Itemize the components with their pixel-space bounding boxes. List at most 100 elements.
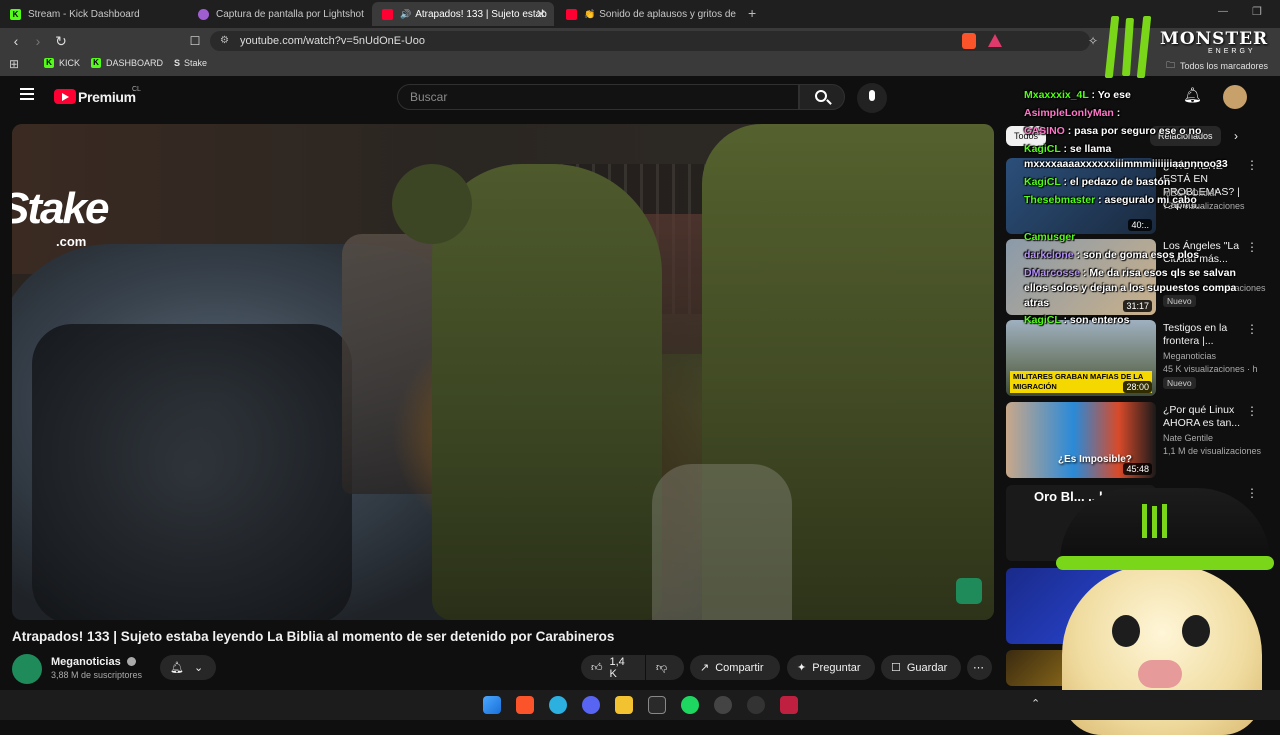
more-icon: ⋯ bbox=[973, 662, 984, 674]
file-explorer-icon[interactable] bbox=[615, 696, 633, 714]
rec-badge-new: Nuevo bbox=[1163, 377, 1196, 389]
tab-aplausos[interactable]: 👏 Sonido de aplausos y gritos del p bbox=[556, 2, 736, 26]
channel-name[interactable]: Meganoticias bbox=[51, 656, 121, 668]
chat-user: KagiCL bbox=[1024, 176, 1061, 188]
cat-eye-left bbox=[1112, 615, 1140, 647]
app-icon[interactable] bbox=[747, 696, 765, 714]
search-input[interactable]: Buscar bbox=[397, 84, 799, 110]
rec-channel-3[interactable]: Meganoticias bbox=[1163, 351, 1216, 361]
rec-menu-icon[interactable]: ⋮ bbox=[1246, 404, 1258, 418]
like-button[interactable]: 👍︎ 1,4 K bbox=[581, 655, 645, 680]
rec-menu-icon[interactable]: ⋮ bbox=[1246, 240, 1258, 254]
claw-mark bbox=[1136, 16, 1152, 78]
bookmark-dashboard[interactable]: K DASHBOARD bbox=[91, 58, 163, 68]
discord-icon[interactable] bbox=[582, 696, 600, 714]
chat-message: AsimpleLonlyMan : bbox=[1024, 107, 1120, 119]
cap-brim bbox=[1056, 556, 1274, 570]
tab-lightshot[interactable]: Captura de pantalla por Lightshot bbox=[188, 2, 370, 26]
channel-avatar[interactable] bbox=[12, 654, 42, 684]
apps-grid-icon[interactable]: ⊞ bbox=[9, 57, 19, 71]
chat-text: ellos solos y dejan a los supuestos comp… bbox=[1024, 282, 1237, 294]
bookmark-kick[interactable]: K KICK bbox=[44, 58, 80, 68]
monster-cap bbox=[1056, 488, 1274, 570]
chip-next-icon[interactable]: › bbox=[1234, 129, 1238, 143]
brave-browser-icon[interactable] bbox=[516, 696, 534, 714]
claw-mark bbox=[1162, 504, 1167, 538]
kick-icon: K bbox=[91, 58, 101, 68]
chat-message: KagiCL : el pedazo de bastón bbox=[1024, 176, 1170, 188]
site-info-icon[interactable]: ⚙ bbox=[220, 31, 229, 51]
notifications-bell-icon[interactable]: 🔔︎ bbox=[1183, 86, 1202, 104]
video-player[interactable]: Stake .com bbox=[12, 124, 994, 620]
all-bookmarks-folder[interactable]: 🗀 Todos los marcadores bbox=[1166, 58, 1268, 74]
obs-icon[interactable] bbox=[714, 696, 732, 714]
dislike-button[interactable]: 👎︎ bbox=[646, 655, 684, 680]
chat-message: darkclone : son de goma esos plos bbox=[1024, 249, 1199, 261]
url-field[interactable]: ⚙ youtube.com/watch?v=5nUdOnE-Uoo bbox=[210, 31, 1090, 51]
menu-icon[interactable] bbox=[20, 88, 34, 100]
rec-duration: 28:00 bbox=[1123, 381, 1152, 393]
tab-video-active[interactable]: 🔊 Atrapados! 133 | Sujeto estab ✕ bbox=[372, 2, 554, 26]
tab-kick-dashboard[interactable]: K Stream - Kick Dashboard bbox=[0, 2, 185, 26]
stake-icon: S bbox=[174, 58, 181, 68]
rec-thumbnail-4[interactable]: ¿Es Imposible? 45:48 bbox=[1006, 402, 1156, 478]
rec-menu-icon[interactable]: ⋮ bbox=[1246, 158, 1258, 172]
region-code: CL bbox=[132, 86, 141, 93]
brave-rewards-icon[interactable] bbox=[988, 34, 1002, 47]
claw-mark bbox=[1104, 16, 1120, 78]
stake-overlay-logo: Stake bbox=[12, 184, 109, 233]
rec-thumbnail-3[interactable]: MILITARES GRABAN MAFIAS DE LA MIGRACIÓN … bbox=[1006, 320, 1156, 396]
forward-icon[interactable]: › bbox=[29, 32, 47, 50]
more-actions-button[interactable]: ⋯ bbox=[967, 655, 992, 680]
rec-menu-icon[interactable]: ⋮ bbox=[1246, 486, 1258, 500]
chat-text: : el pedazo de bastón bbox=[1063, 176, 1171, 188]
bookmark-icon[interactable]: ☐ bbox=[186, 32, 204, 50]
search-button[interactable] bbox=[799, 84, 845, 110]
extensions-icon[interactable]: ✧ bbox=[1088, 34, 1098, 48]
new-tab-button[interactable]: + bbox=[748, 5, 756, 21]
maximize-icon[interactable]: ❐ bbox=[1252, 5, 1262, 18]
youtube-premium-logo[interactable]: Premium bbox=[78, 89, 136, 105]
reload-icon[interactable]: ↻ bbox=[52, 32, 70, 50]
chat-user: CASINO bbox=[1024, 125, 1065, 137]
browser-tab-bar: K Stream - Kick Dashboard Captura de pan… bbox=[0, 0, 1280, 28]
brave-shield-icon[interactable] bbox=[962, 33, 976, 49]
valorant-icon[interactable] bbox=[780, 696, 798, 714]
rec-duration: 31:17 bbox=[1123, 300, 1152, 312]
account-avatar[interactable] bbox=[1223, 85, 1247, 109]
ask-button[interactable]: ✦ Preguntar bbox=[787, 655, 875, 680]
like-count: 1,4 K bbox=[609, 655, 625, 680]
chat-user: AsimpleLonlyMan bbox=[1024, 107, 1114, 119]
chat-text: mxxxxaaaaxxxxxxiiimmmiiiiiiiaannnoo33 bbox=[1024, 158, 1228, 170]
tab-label: Atrapados! 133 | Sujeto estab bbox=[415, 8, 547, 20]
back-icon[interactable]: ‹ bbox=[7, 32, 25, 50]
share-button[interactable]: ↗ Compartir bbox=[690, 655, 780, 680]
video-car-damage bbox=[32, 324, 352, 620]
voice-search-button[interactable] bbox=[857, 83, 887, 113]
verified-icon bbox=[127, 657, 136, 666]
rec-views-4: 1,1 M de visualizaciones bbox=[1163, 446, 1262, 456]
subscribe-bell-button[interactable]: 🔔︎ ⌄ bbox=[160, 655, 216, 680]
save-button[interactable]: ☐ Guardar bbox=[881, 655, 961, 680]
chat-message: KagiCL : se llama bbox=[1024, 143, 1111, 155]
youtube-logo-icon[interactable] bbox=[54, 89, 76, 104]
tray-chevron-icon[interactable]: ⌃ bbox=[1031, 697, 1040, 710]
url-text: youtube.com/watch?v=5nUdOnE-Uoo bbox=[240, 35, 425, 47]
bookmarks-bar: ⊞ K KICK K DASHBOARD S Stake 🗀 Todos los mar… bbox=[0, 54, 1280, 76]
save-icon: ☐ bbox=[891, 662, 901, 674]
windows-start-icon[interactable] bbox=[483, 696, 501, 714]
kick-icon: K bbox=[10, 8, 21, 20]
bookmark-stake[interactable]: S Stake bbox=[174, 58, 207, 68]
rec-channel-4[interactable]: Nate Gentile bbox=[1163, 433, 1213, 443]
media-app-icon[interactable] bbox=[648, 696, 666, 714]
cap-claw-logo bbox=[1140, 504, 1170, 540]
rec-menu-icon[interactable]: ⋮ bbox=[1246, 322, 1258, 336]
minimize-icon[interactable]: — bbox=[1218, 6, 1228, 17]
spotify-icon[interactable] bbox=[681, 696, 699, 714]
rec-title-4[interactable]: ¿Por qué Linux AHORA es tan... bbox=[1163, 404, 1253, 430]
edge-icon[interactable] bbox=[549, 696, 567, 714]
tab-label: Captura de pantalla por Lightshot bbox=[216, 8, 364, 20]
lightshot-icon bbox=[198, 8, 209, 20]
rec-title-3[interactable]: Testigos en la frontera |... bbox=[1163, 322, 1253, 348]
close-tab-icon[interactable]: ✕ bbox=[536, 7, 546, 21]
